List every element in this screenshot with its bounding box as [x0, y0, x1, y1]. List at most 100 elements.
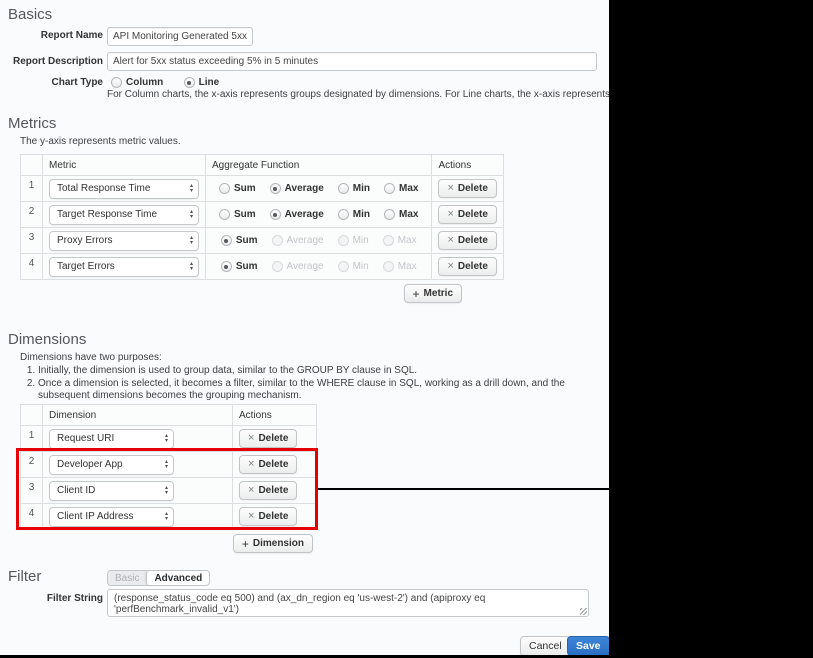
delete-x-icon: ×: [447, 235, 453, 246]
tab-advanced[interactable]: Advanced: [146, 571, 209, 585]
metric-row-4: 4 Target Errors ▴▾ Sum Average: [21, 254, 504, 280]
aggregate-option-min[interactable]: Min: [338, 183, 370, 194]
select-arrows-icon: ▴▾: [165, 460, 168, 469]
metric-row-num: 3: [21, 228, 43, 254]
delete-x-icon: ×: [447, 183, 453, 194]
report-description-label: Report Description: [0, 56, 103, 67]
radio-sum-icon[interactable]: [221, 235, 232, 246]
dimensions-table: Dimension Actions 1 Request URI ▴▾ × Del…: [20, 404, 317, 530]
metric-row-num: 1: [21, 176, 43, 202]
dimension-row-num: 2: [21, 452, 43, 478]
radio-average-icon[interactable]: [270, 183, 281, 194]
aggregate-option-average[interactable]: Average: [270, 209, 324, 220]
aggregate-option-max[interactable]: Max: [384, 209, 418, 220]
dimension-row-num: 1: [21, 426, 43, 452]
radio-average-icon: [272, 261, 283, 272]
add-metric-button[interactable]: + Metric: [404, 284, 462, 303]
aggregate-radio-group: Sum Average Min Max: [212, 183, 425, 194]
dimension-select-value: Client ID: [57, 485, 95, 496]
basics-heading: Basics: [8, 6, 52, 23]
resize-handle-icon[interactable]: [580, 608, 587, 615]
delete-metric-button[interactable]: × Delete: [438, 205, 496, 224]
report-editor-window: Basics Report Name Report Description Ch…: [0, 0, 609, 655]
dimension-select[interactable]: Client IP Address ▴▾: [49, 507, 174, 527]
report-name-input[interactable]: [107, 27, 253, 46]
radio-line-icon[interactable]: [184, 77, 195, 88]
metrics-heading: Metrics: [8, 115, 56, 132]
metric-select[interactable]: Target Response Time ▴▾: [49, 205, 199, 225]
aggregate-option-min: Min: [338, 235, 369, 246]
dimension-row-2: 2 Developer App ▴▾ × Delete: [21, 452, 317, 478]
radio-min-icon: [338, 235, 349, 246]
metrics-header-row: Metric Aggregate Function Actions: [21, 155, 504, 176]
aggregate-option-max[interactable]: Max: [384, 183, 418, 194]
radio-max-icon: [383, 235, 394, 246]
filter-string-input[interactable]: (response_status_code eq 500) and (ax_dn…: [107, 589, 589, 617]
radio-sum-icon[interactable]: [219, 183, 230, 194]
chart-type-option-label: Line: [199, 77, 220, 88]
delete-dimension-button[interactable]: × Delete: [239, 481, 297, 500]
radio-sum-icon[interactable]: [221, 261, 232, 272]
chart-type-help-text: For Column charts, the x-axis represents…: [107, 89, 609, 100]
delete-dimension-button[interactable]: × Delete: [239, 455, 297, 474]
add-dimension-button[interactable]: + Dimension: [233, 534, 313, 553]
radio-column-icon[interactable]: [111, 77, 122, 88]
delete-dimension-button[interactable]: × Delete: [239, 507, 297, 526]
metric-row-1: 1 Total Response Time ▴▾ Sum Average: [21, 176, 504, 202]
metric-select[interactable]: Total Response Time ▴▾: [49, 179, 199, 199]
delete-metric-button[interactable]: × Delete: [438, 179, 496, 198]
metric-row-num: 4: [21, 254, 43, 280]
metric-select-value: Total Response Time: [57, 183, 150, 194]
aggregate-option-average: Average: [272, 261, 324, 272]
aggregate-option-sum[interactable]: Sum: [219, 183, 256, 194]
aggregate-radio-group: Sum Average Min Max: [212, 261, 425, 272]
aggregate-option-sum[interactable]: Sum: [219, 209, 256, 220]
dimension-select[interactable]: Request URI ▴▾: [49, 429, 174, 449]
aggregate-option-sum[interactable]: Sum: [221, 235, 258, 246]
metric-select-value: Target Errors: [57, 261, 115, 272]
dimension-row-num: 4: [21, 504, 43, 530]
delete-metric-button[interactable]: × Delete: [438, 231, 496, 250]
radio-max-icon[interactable]: [384, 183, 395, 194]
dimension-row-1: 1 Request URI ▴▾ × Delete: [21, 426, 317, 452]
aggregate-option-sum[interactable]: Sum: [221, 261, 258, 272]
dimensions-purpose-list: Initially, the dimension is used to grou…: [38, 365, 598, 402]
dimensions-heading: Dimensions: [8, 331, 86, 348]
dimension-select[interactable]: Developer App ▴▾: [49, 455, 174, 475]
radio-min-icon[interactable]: [338, 183, 349, 194]
tab-basic[interactable]: Basic: [108, 571, 146, 585]
metrics-header-num: [21, 155, 43, 176]
dimensions-intro: Dimensions have two purposes:: [20, 352, 598, 364]
radio-min-icon: [338, 261, 349, 272]
delete-metric-button[interactable]: × Delete: [438, 257, 496, 276]
dimension-row-num: 3: [21, 478, 43, 504]
radio-average-icon[interactable]: [270, 209, 281, 220]
aggregate-option-min[interactable]: Min: [338, 209, 370, 220]
save-button[interactable]: Save: [567, 636, 609, 655]
filter-mode-toggle: Basic Advanced: [107, 570, 210, 586]
select-arrows-icon: ▴▾: [165, 486, 168, 495]
dimension-select[interactable]: Client ID ▴▾: [49, 481, 174, 501]
dimension-row-4: 4 Client IP Address ▴▾ × Delete: [21, 504, 317, 530]
select-arrows-icon: ▴▾: [190, 236, 193, 245]
aggregate-option-average[interactable]: Average: [270, 183, 324, 194]
radio-min-icon[interactable]: [338, 209, 349, 220]
metrics-table: Metric Aggregate Function Actions 1 Tota…: [20, 154, 504, 280]
dimension-select-value: Client IP Address: [57, 511, 134, 522]
chart-type-option-line[interactable]: Line: [184, 77, 220, 88]
aggregate-option-max: Max: [383, 235, 417, 246]
metric-select[interactable]: Target Errors ▴▾: [49, 257, 199, 277]
delete-dimension-button[interactable]: × Delete: [239, 429, 297, 448]
report-description-input[interactable]: [107, 52, 597, 71]
radio-sum-icon[interactable]: [219, 209, 230, 220]
radio-max-icon[interactable]: [384, 209, 395, 220]
radio-max-icon: [383, 261, 394, 272]
metric-row-num: 2: [21, 202, 43, 228]
cancel-button[interactable]: Cancel: [520, 636, 571, 655]
select-arrows-icon: ▴▾: [165, 512, 168, 521]
dimension-select-value: Developer App: [57, 459, 123, 470]
dimensions-header-num: [21, 405, 43, 426]
delete-x-icon: ×: [447, 261, 453, 272]
metric-select[interactable]: Proxy Errors ▴▾: [49, 231, 199, 251]
chart-type-option-column[interactable]: Column: [111, 77, 163, 88]
